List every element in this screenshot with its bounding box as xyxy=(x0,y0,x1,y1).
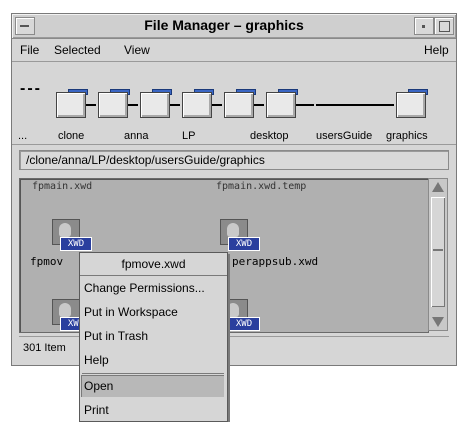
folder-body xyxy=(182,92,212,118)
context-menu-title: fpmove.xwd xyxy=(80,253,227,276)
menu-item-print[interactable]: Print xyxy=(84,403,109,417)
menu-help-label: Help xyxy=(424,43,449,57)
minimize-button[interactable] xyxy=(414,17,434,35)
window-title: File Manager – graphics xyxy=(144,17,304,33)
portrait-thumbnail xyxy=(59,303,71,317)
path-connector xyxy=(296,104,314,106)
file-label-cut: fpmain.xwd xyxy=(32,181,93,192)
path-label-lp[interactable]: LP xyxy=(182,130,195,142)
folder-body xyxy=(98,92,128,118)
folder-body xyxy=(266,92,296,118)
scroll-thumb[interactable] xyxy=(431,197,445,307)
scroll-up-arrow-icon[interactable] xyxy=(432,182,444,192)
folder-icon-desktop[interactable] xyxy=(182,89,214,118)
folder-icon-graphics[interactable] xyxy=(396,89,428,118)
path-label-desktop[interactable]: desktop xyxy=(250,130,289,142)
maximize-icon xyxy=(439,21,450,32)
path-connector xyxy=(212,104,222,106)
file-label-cut: fpmain.xwd.temp xyxy=(216,181,307,192)
file-name-perappsub[interactable]: perappsub.xwd xyxy=(232,255,318,268)
menu-selected-label: Selected xyxy=(54,43,101,57)
portrait-thumbnail xyxy=(227,303,239,317)
menu-item-help[interactable]: Help xyxy=(84,353,109,367)
title-bar[interactable]: File Manager – graphics xyxy=(12,14,456,39)
folder-body xyxy=(140,92,170,118)
menu-bar: File Selected View Help xyxy=(12,39,456,62)
xwd-badge: XWD xyxy=(228,237,260,251)
vertical-scrollbar[interactable] xyxy=(428,178,448,331)
path-label-usersguide[interactable]: usersGuide xyxy=(316,130,372,142)
menu-file-label: File xyxy=(20,43,40,57)
window-menu-button[interactable] xyxy=(15,17,35,35)
ellipsis-icon: --- xyxy=(20,80,42,97)
minimize-icon xyxy=(422,25,425,28)
path-label-graphics[interactable]: graphics xyxy=(386,130,428,142)
path-connector xyxy=(316,104,394,106)
folder-icon-graphics-sub[interactable] xyxy=(266,89,298,118)
current-path-field[interactable]: /clone/anna/LP/desktop/usersGuide/graphi… xyxy=(19,150,449,170)
menu-file[interactable]: File xyxy=(20,43,39,57)
menu-item-put-in-workspace[interactable]: Put in Workspace xyxy=(84,305,178,319)
xwd-badge: XWD xyxy=(228,317,260,331)
path-connector xyxy=(128,104,138,106)
path-connector xyxy=(86,104,96,106)
path-connector xyxy=(254,104,264,106)
xwd-badge: XWD xyxy=(60,237,92,251)
file-manager-window: File Manager – graphics File Selected Vi… xyxy=(11,13,457,366)
context-menu: fpmove.xwd Change Permissions... Put in … xyxy=(79,252,228,422)
maximize-button[interactable] xyxy=(434,17,454,35)
folder-icon-lp[interactable] xyxy=(140,89,172,118)
menu-help[interactable]: Help xyxy=(424,43,449,57)
menu-item-change-permissions[interactable]: Change Permissions... xyxy=(84,281,205,295)
menu-view-label: View xyxy=(124,43,150,57)
menu-view[interactable]: View xyxy=(124,43,150,57)
icon-path-bar: --- ... clone anna LP desktop usersGuide… xyxy=(12,62,456,145)
scroll-grip xyxy=(433,249,443,251)
path-label-up[interactable]: ... xyxy=(18,130,27,142)
scroll-down-arrow-icon[interactable] xyxy=(432,317,444,327)
path-connector xyxy=(170,104,180,106)
status-item-count: 301 Item xyxy=(23,342,66,354)
folder-icon-clone[interactable] xyxy=(56,89,88,118)
portrait-thumbnail xyxy=(227,223,239,237)
path-label-anna[interactable]: anna xyxy=(124,130,148,142)
path-label-clone[interactable]: clone xyxy=(58,130,84,142)
current-path-text: /clone/anna/LP/desktop/usersGuide/graphi… xyxy=(26,153,265,167)
portrait-thumbnail xyxy=(59,223,71,237)
folder-icon-anna[interactable] xyxy=(98,89,130,118)
menu-item-put-in-trash[interactable]: Put in Trash xyxy=(84,329,148,343)
window-menu-icon xyxy=(20,25,29,27)
menu-item-open[interactable]: Open xyxy=(84,379,113,393)
folder-body xyxy=(56,92,86,118)
menu-selected[interactable]: Selected xyxy=(54,43,101,57)
menu-separator xyxy=(82,373,224,374)
folder-body xyxy=(224,92,254,118)
folder-icon-usersguide[interactable] xyxy=(224,89,256,118)
folder-body xyxy=(396,92,426,118)
file-name-fpmove[interactable]: fpmov xyxy=(30,255,63,268)
